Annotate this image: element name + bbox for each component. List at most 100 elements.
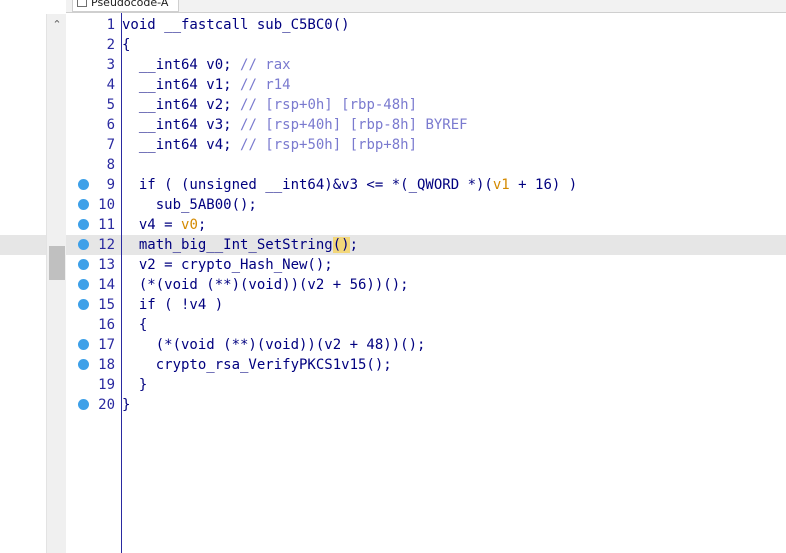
line-number: 9 (106, 177, 115, 193)
line-number: 15 (98, 297, 115, 313)
line-number: 10 (98, 197, 115, 213)
tab-title: Pseudocode-A (91, 0, 169, 9)
line-number: 13 (98, 257, 115, 273)
code-line[interactable]: 12 math_big__Int_SetString(); (66, 235, 786, 255)
code-token: } (122, 397, 131, 413)
code-text[interactable]: if ( !v4 ) (122, 295, 223, 315)
code-token: __int64 v1; (122, 77, 241, 93)
left-pane: ⌃ (0, 0, 67, 553)
code-line[interactable]: 1 void __fastcall sub_C5BC0() (66, 15, 786, 35)
line-number: 20 (98, 397, 115, 413)
line-number: 4 (106, 77, 115, 93)
line-number: 14 (98, 277, 115, 293)
code-token: __int64 v3; (122, 117, 241, 133)
code-token: } (122, 377, 148, 393)
code-text[interactable]: __int64 v3; // [rsp+40h] [rbp-8h] BYREF (122, 115, 468, 135)
code-token: v2 = crypto_Hash_New(); (122, 257, 333, 273)
code-text[interactable]: __int64 v1; // r14 (122, 75, 291, 95)
code-token: // [rsp+50h] [rbp+8h] (240, 137, 418, 153)
code-line[interactable]: 3 __int64 v0; // rax (66, 55, 786, 75)
code-text[interactable]: __int64 v4; // [rsp+50h] [rbp+8h] (122, 135, 417, 155)
code-line[interactable]: 11 v4 = v0; (66, 215, 786, 235)
code-token: v1 (492, 177, 510, 193)
line-number: 2 (106, 37, 115, 53)
code-token: // [rsp+0h] [rbp-48h] (240, 97, 418, 113)
code-token: { (122, 37, 131, 53)
code-token: () (332, 237, 350, 253)
line-number: 8 (106, 157, 115, 173)
code-token: crypto_rsa_VerifyPKCS1v15(); (122, 357, 392, 373)
line-number: 16 (98, 317, 115, 333)
code-text[interactable]: void __fastcall sub_C5BC0() (122, 15, 350, 35)
line-number: 7 (106, 137, 115, 153)
code-text[interactable]: __int64 v2; // [rsp+0h] [rbp-48h] (122, 95, 417, 115)
code-text[interactable]: if ( (unsigned __int64)&v3 <= *(_QWORD *… (122, 175, 577, 195)
code-text[interactable]: } (122, 375, 147, 395)
left-pane-scrollbar[interactable]: ⌃ (46, 14, 67, 553)
tab-strip: Pseudocode-A (66, 0, 786, 13)
code-line[interactable]: 16 { (66, 315, 786, 335)
code-text[interactable]: { (122, 315, 147, 335)
code-line[interactable]: 19 } (66, 375, 786, 395)
code-token: math_big__Int_SetString (122, 237, 333, 253)
line-number: 12 (98, 237, 115, 253)
code-token: __int64 v4; (122, 137, 241, 153)
code-line[interactable]: 7 __int64 v4; // [rsp+50h] [rbp+8h] (66, 135, 786, 155)
code-token: (*(void (**)(void))(v2 + 56))(); (122, 277, 409, 293)
code-text[interactable]: (*(void (**)(void))(v2 + 48))(); (122, 335, 426, 355)
code-token: // r14 (240, 77, 291, 93)
code-token: __int64 v2; (122, 97, 241, 113)
code-line[interactable]: 20} (66, 395, 786, 415)
code-text[interactable]: v2 = crypto_Hash_New(); (122, 255, 333, 275)
code-text[interactable]: } (122, 395, 130, 415)
document-icon (77, 0, 87, 7)
code-line[interactable]: 17 (*(void (**)(void))(v2 + 48))(); (66, 335, 786, 355)
code-line[interactable]: 5 __int64 v2; // [rsp+0h] [rbp-48h] (66, 95, 786, 115)
gutter-separator (121, 13, 122, 553)
code-token: { (122, 317, 148, 333)
code-line[interactable]: 6 __int64 v3; // [rsp+40h] [rbp-8h] BYRE… (66, 115, 786, 135)
code-text[interactable]: math_big__Int_SetString(); (122, 235, 358, 255)
code-text[interactable]: v4 = v0; (122, 215, 206, 235)
left-pane-selected-row[interactable] (0, 235, 46, 255)
line-number: 6 (106, 117, 115, 133)
code-token: if ( !v4 ) (122, 297, 224, 313)
line-number: 3 (106, 57, 115, 73)
code-text[interactable]: crypto_rsa_VerifyPKCS1v15(); (122, 355, 392, 375)
scroll-thumb[interactable] (49, 246, 65, 280)
code-token: __int64 v0; (122, 57, 241, 73)
line-number: 18 (98, 357, 115, 373)
line-number: 19 (98, 377, 115, 393)
line-number: 1 (106, 17, 115, 33)
code-token: // rax (240, 57, 291, 73)
code-text[interactable]: { (122, 35, 130, 55)
code-token: // [rsp+40h] [rbp-8h] BYREF (240, 117, 468, 133)
code-text[interactable]: (*(void (**)(void))(v2 + 56))(); (122, 275, 409, 295)
code-line[interactable]: 15 if ( !v4 ) (66, 295, 786, 315)
code-token: ; (197, 217, 207, 233)
code-line[interactable]: 13 v2 = crypto_Hash_New(); (66, 255, 786, 275)
code-text[interactable]: __int64 v0; // rax (122, 55, 291, 75)
code-token: v0 (181, 217, 198, 233)
code-line[interactable]: 18 crypto_rsa_VerifyPKCS1v15(); (66, 355, 786, 375)
code-token: ; (349, 237, 359, 253)
line-number: 11 (98, 217, 115, 233)
code-text[interactable]: sub_5AB00(); (122, 195, 257, 215)
code-token: v4 = (122, 217, 182, 233)
code-line[interactable]: 10 sub_5AB00(); (66, 195, 786, 215)
code-token: (*(void (**)(void))(v2 + 48))(); (122, 337, 426, 353)
code-line[interactable]: 2{ (66, 35, 786, 55)
pseudocode-editor[interactable]: 1 void __fastcall sub_C5BC0() 2{3 __int64 … (66, 13, 786, 553)
tab-pseudocode[interactable]: Pseudocode-A (72, 0, 180, 12)
code-line[interactable]: 9 if ( (unsigned __int64)&v3 <= *(_QWORD… (66, 175, 786, 195)
code-token: + 16) ) (509, 177, 578, 193)
code-token: if ( (unsigned __int64)&v3 <= *(_QWORD *… (122, 177, 493, 193)
code-line[interactable]: 4 __int64 v1; // r14 (66, 75, 786, 95)
line-number: 5 (106, 97, 115, 113)
code-line[interactable]: 8 (66, 155, 786, 175)
line-number: 17 (98, 337, 115, 353)
scroll-up-arrow-icon[interactable]: ⌃ (47, 16, 67, 34)
code-line[interactable]: 14 (*(void (**)(void))(v2 + 56))(); (66, 275, 786, 295)
code-token: sub_5AB00(); (122, 197, 257, 213)
code-token: void __fastcall sub_C5BC0() (122, 17, 350, 33)
